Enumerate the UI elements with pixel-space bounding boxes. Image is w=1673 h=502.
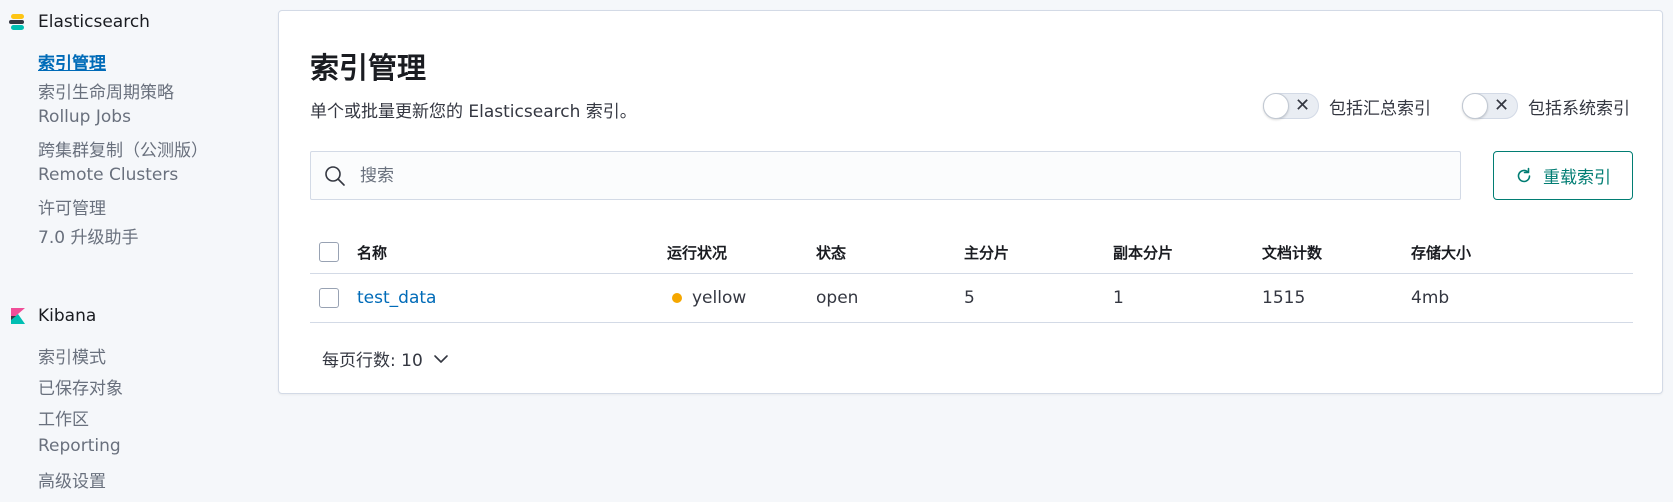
replicas-value: 1 xyxy=(1113,288,1124,308)
close-icon: ✕ xyxy=(1295,95,1311,116)
toggle-knob xyxy=(1263,93,1289,119)
kibana-title: Kibana xyxy=(38,306,97,326)
column-header-docs-count[interactable]: 文档计数 xyxy=(1262,231,1322,273)
column-header-storage-size[interactable]: 存储大小 xyxy=(1411,231,1471,273)
reload-indices-button[interactable]: 重载索引 xyxy=(1493,151,1633,200)
include-rollup-indices-toggle[interactable]: ✕ 包括汇总索引 xyxy=(1263,93,1431,119)
rows-per-page-label: 每页行数: 10 xyxy=(322,351,423,371)
column-header-status[interactable]: 状态 xyxy=(816,231,846,273)
row-select-cell xyxy=(319,274,339,322)
elasticsearch-logo-icon xyxy=(9,14,24,30)
sidebar-item-saved-objects[interactable]: 已保存对象 xyxy=(38,374,123,399)
sidebar-item-ccr[interactable]: 跨集群复制（公测版） xyxy=(38,136,208,161)
column-header-replicas[interactable]: 副本分片 xyxy=(1113,231,1173,273)
index-name-link[interactable]: test_data xyxy=(357,288,436,308)
elasticsearch-title: Elasticsearch xyxy=(38,12,150,32)
docs-count-value: 1515 xyxy=(1262,288,1306,308)
storage-size-value: 4mb xyxy=(1411,288,1450,308)
toggle-label: 包括系统索引 xyxy=(1528,98,1630,119)
toggle-label: 包括汇总索引 xyxy=(1329,98,1431,119)
rows-per-page-button[interactable]: 每页行数: 10 xyxy=(322,346,449,371)
sidebar-item-license[interactable]: 许可管理 xyxy=(38,194,106,219)
toggle-track[interactable]: ✕ xyxy=(1263,93,1319,119)
indices-table: 名称 运行状况 状态 主分片 副本分片 文档计数 存储大小 test_data … xyxy=(310,231,1633,323)
chevron-down-icon xyxy=(433,354,448,363)
health-value: yellow xyxy=(692,288,747,308)
page-description: 单个或批量更新您的 Elasticsearch 索引。 xyxy=(310,102,637,122)
search-input[interactable] xyxy=(360,165,1360,186)
column-header-health[interactable]: 运行状况 xyxy=(667,231,727,273)
sidebar-item-index-patterns[interactable]: 索引模式 xyxy=(38,343,106,368)
sidebar-item-index-management[interactable]: 索引管理 xyxy=(38,49,106,74)
table-header-row: 名称 运行状况 状态 主分片 副本分片 文档计数 存储大小 xyxy=(310,231,1633,274)
column-header-primaries[interactable]: 主分片 xyxy=(964,231,1009,273)
sidebar: Elasticsearch 索引管理 索引生命周期策略 Rollup Jobs … xyxy=(0,0,270,502)
toggle-track[interactable]: ✕ xyxy=(1462,93,1518,119)
sidebar-item-advanced-settings[interactable]: 高级设置 xyxy=(38,467,106,492)
sidebar-item-upgrade-assistant[interactable]: 7.0 升级助手 xyxy=(38,223,138,248)
toggle-knob xyxy=(1462,93,1488,119)
sidebar-item-rollup-jobs[interactable]: Rollup Jobs xyxy=(38,107,131,127)
health-status-dot-icon xyxy=(672,293,682,303)
sidebar-item-remote-clusters[interactable]: Remote Clusters xyxy=(38,165,178,185)
row-checkbox[interactable] xyxy=(319,288,339,308)
search-icon xyxy=(325,165,345,186)
status-value: open xyxy=(816,288,859,308)
refresh-icon xyxy=(1517,167,1531,182)
select-all-cell xyxy=(319,231,339,273)
column-header-name[interactable]: 名称 xyxy=(357,231,387,273)
elasticsearch-section-header: Elasticsearch xyxy=(8,12,150,32)
include-system-indices-toggle[interactable]: ✕ 包括系统索引 xyxy=(1462,93,1630,119)
page-title: 索引管理 xyxy=(310,51,427,85)
primaries-value: 5 xyxy=(964,288,975,308)
close-icon: ✕ xyxy=(1494,95,1510,116)
kibana-logo-icon xyxy=(11,308,25,324)
reload-indices-label: 重载索引 xyxy=(1543,168,1611,188)
table-row: test_data yellow open 5 1 1515 4mb xyxy=(310,274,1633,323)
kibana-section-header: Kibana xyxy=(8,306,96,326)
select-all-checkbox[interactable] xyxy=(319,242,339,262)
search-bar[interactable] xyxy=(310,151,1461,200)
sidebar-item-spaces[interactable]: 工作区 xyxy=(38,405,89,430)
index-management-panel: 索引管理 单个或批量更新您的 Elasticsearch 索引。 ✕ 包括汇总索… xyxy=(278,10,1663,394)
sidebar-item-reporting[interactable]: Reporting xyxy=(38,436,121,456)
health-cell: yellow xyxy=(672,274,746,322)
index-name-cell: test_data xyxy=(357,274,436,322)
sidebar-item-ilm-policies[interactable]: 索引生命周期策略 xyxy=(38,78,174,103)
